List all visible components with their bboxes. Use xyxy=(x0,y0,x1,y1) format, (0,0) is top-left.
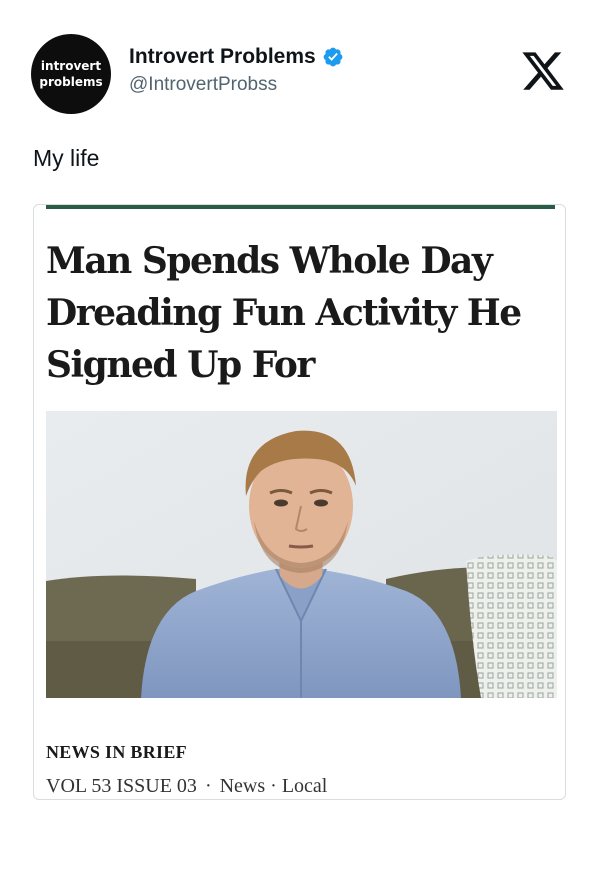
issue-label: VOL 53 ISSUE 03 xyxy=(46,775,197,797)
tweet-header: introvert problems Introvert Problems @I… xyxy=(31,34,571,114)
tag-separator: · xyxy=(270,775,277,797)
meta-separator: · xyxy=(204,775,212,797)
x-logo-icon[interactable] xyxy=(520,48,566,94)
article-meta: VOL 53 ISSUE 03 · News · Local xyxy=(46,775,327,798)
tweet-text: My life xyxy=(33,145,100,171)
verified-badge-icon xyxy=(323,47,343,67)
author-info: Introvert Problems @IntrovertProbss xyxy=(129,44,344,98)
display-name[interactable]: Introvert Problems xyxy=(129,44,316,70)
avatar-text-line1: introvert xyxy=(40,59,102,73)
tag-local[interactable]: Local xyxy=(282,775,328,797)
section-label[interactable]: NEWS IN BRIEF xyxy=(46,742,187,763)
article-card[interactable]: Man Spends Whole Day Dreading Fun Activi… xyxy=(33,204,566,800)
article-headline[interactable]: Man Spends Whole Day Dreading Fun Activi… xyxy=(46,235,546,391)
avatar[interactable]: introvert problems xyxy=(31,34,111,114)
avatar-text-line2: problems xyxy=(39,75,103,89)
handle[interactable]: @IntrovertProbss xyxy=(129,72,344,98)
article-photo[interactable] xyxy=(46,411,557,698)
tag-news[interactable]: News xyxy=(220,775,266,797)
accent-rule xyxy=(46,205,555,209)
display-name-row[interactable]: Introvert Problems xyxy=(129,44,344,70)
